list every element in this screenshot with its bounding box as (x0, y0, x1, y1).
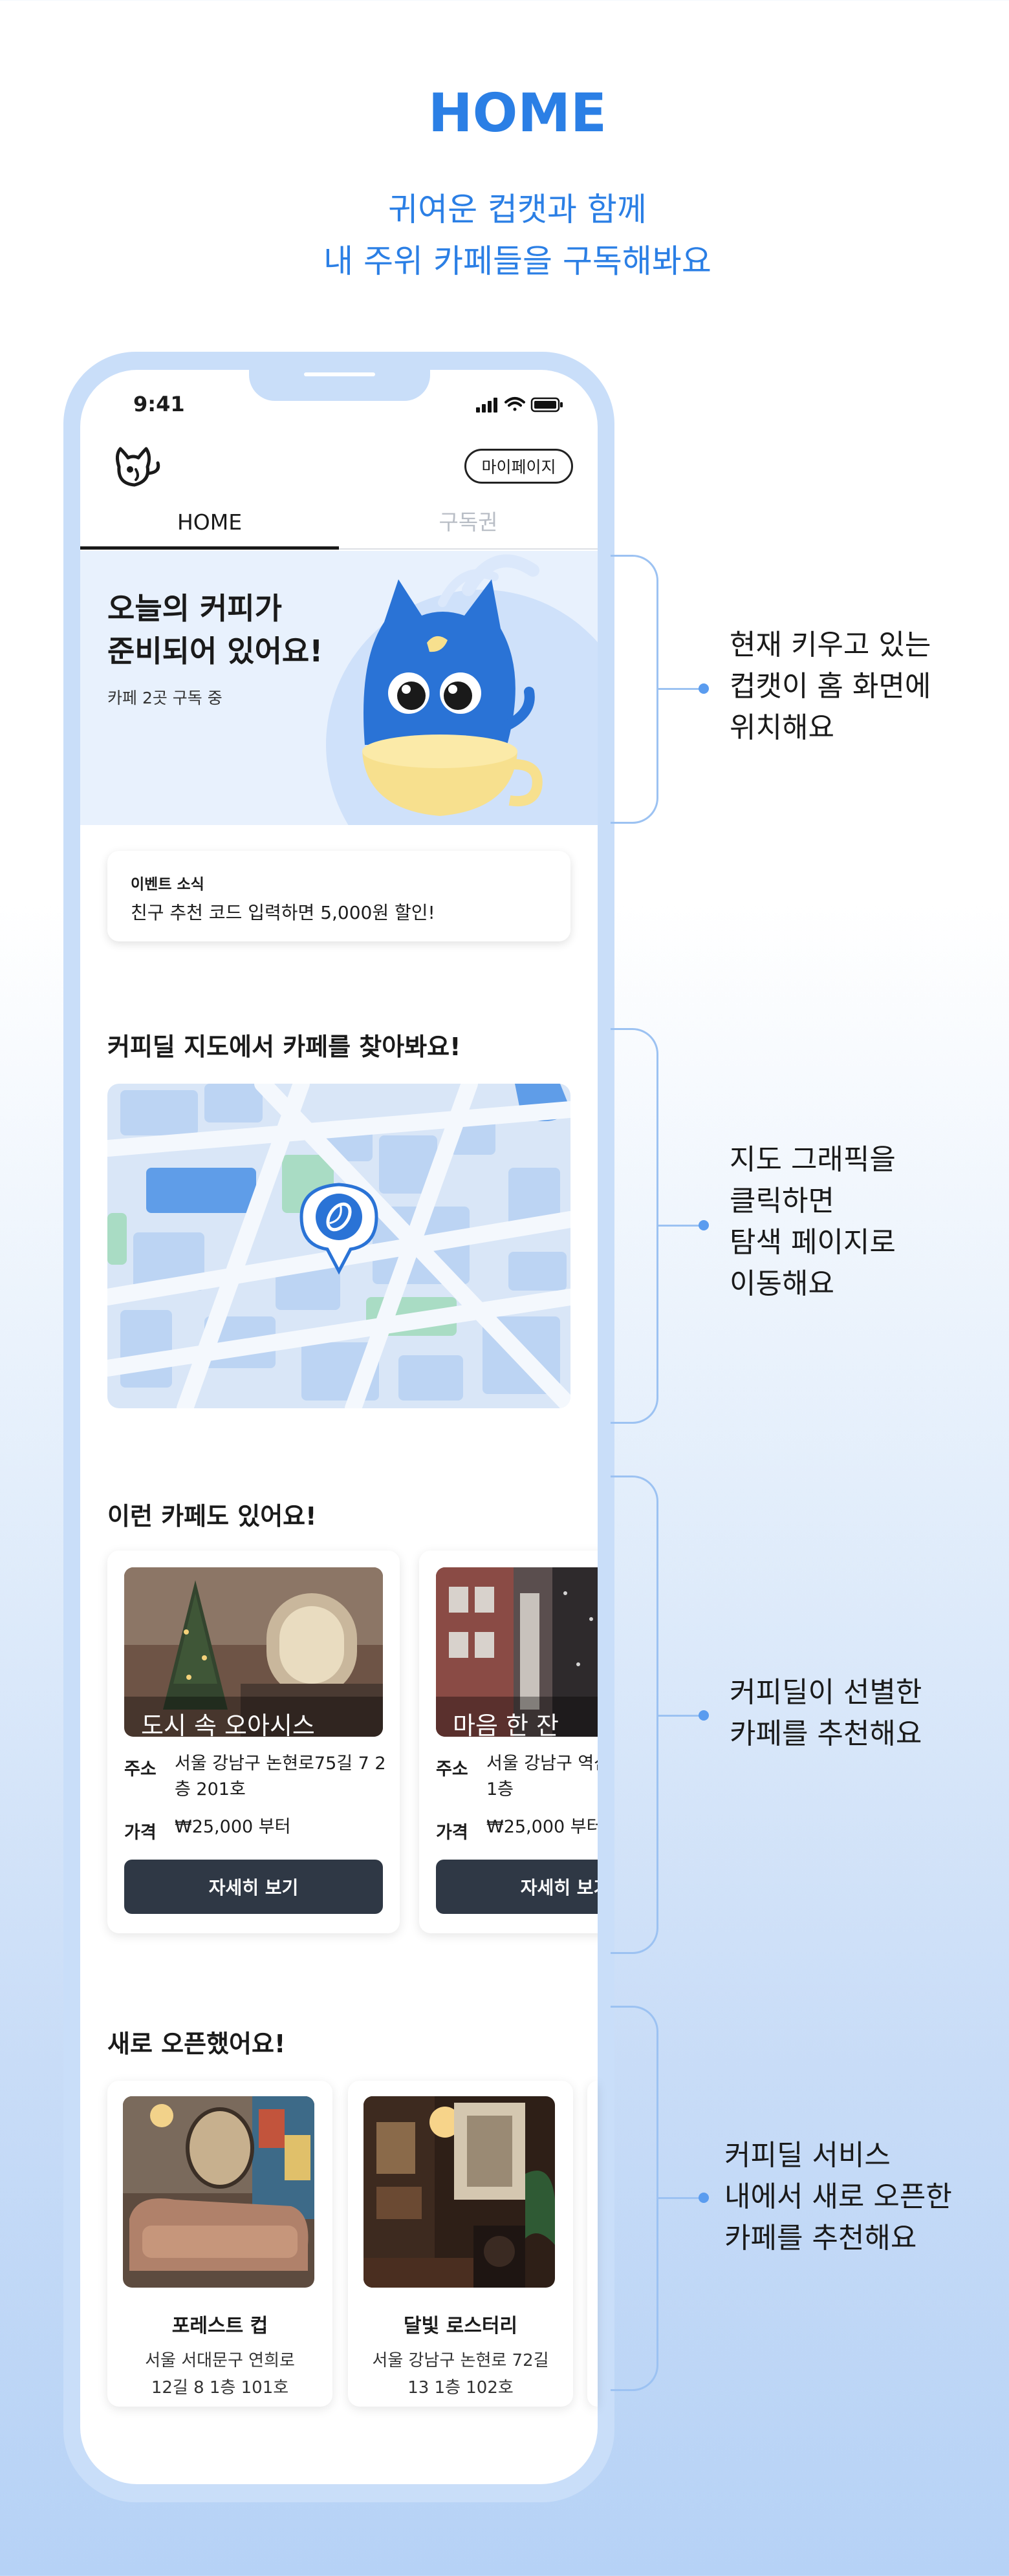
annotation-line: 탐색 페이지로 (730, 1226, 896, 1259)
annotation-line: 현재 키우고 있는 (730, 628, 931, 661)
annotation-line: 카페를 추천해요 (724, 2222, 917, 2255)
annotation-note-recommend: 커피딜이 선별한 카페를 추천해요 (730, 1672, 922, 1755)
annotation-dot (699, 2193, 709, 2203)
wifi-icon (504, 397, 525, 411)
new-cafe-name: 포레스트 컵 (171, 2315, 268, 2337)
annotation-bracket (611, 555, 658, 824)
view-details-button[interactable]: 자세히 보기 (124, 1860, 383, 1914)
banner-title-line1: 오늘의 커피가 (107, 591, 282, 626)
annotation-line: 컵캣이 홈 화면에 (730, 670, 931, 703)
annotation-note-new: 커피딜 서비스 내에서 새로 오픈한 카페를 추천해요 (724, 2135, 952, 2259)
new-cafe-photo (363, 2096, 555, 2288)
new-cafe-card[interactable]: 달빛 로스터리 서울 강남구 논현로 72길 13 1층 102호 (348, 2081, 573, 2407)
new-cafe-card-peek (587, 2081, 598, 2407)
subscription-count: 카페 2곳 구독 중 (107, 689, 222, 707)
new-cafe-address-line1: 서울 강남구 논현로 72길 (372, 2351, 549, 2370)
tab-subscription[interactable]: 구독권 (339, 504, 598, 550)
annotation-dot (699, 683, 709, 694)
new-cafe-address: 서울 강남구 논현로 72길 13 1층 102호 (348, 2347, 573, 2401)
battery-icon (530, 397, 563, 413)
annotation-connector (658, 2197, 702, 2199)
new-cafe-address-line2: 12길 8 1층 101호 (151, 2378, 289, 2398)
new-cafe-name: 달빛 로스터리 (403, 2315, 518, 2337)
page-title: HOME (428, 83, 607, 144)
recommend-section-title: 이런 카페도 있어요! (107, 1502, 317, 1530)
banner-title: 오늘의 커피가 준비되어 있어요! (107, 587, 323, 672)
address-key: 주소 (124, 1759, 157, 1779)
new-cafe-address-line1: 서울 서대문구 연희로 (145, 2351, 295, 2370)
annotation-line: 커피딜이 선별한 (730, 1676, 922, 1709)
new-cafe-photo (123, 2096, 314, 2288)
new-cafe-card[interactable]: 포레스트 컵 서울 서대문구 연희로 12길 8 1층 101호 (107, 2081, 332, 2407)
cafe-photo: 도시 속 오아시스 (124, 1567, 383, 1737)
status-time: 9:41 (133, 392, 185, 416)
annotation-line: 클릭하면 (730, 1185, 834, 1218)
annotation-line: 위치해요 (730, 711, 834, 744)
annotation-bracket (611, 1476, 658, 1954)
banner-title-line2: 준비되어 있어요! (107, 634, 323, 669)
event-text: 친구 추천 코드 입력하면 5,000원 할인! (131, 902, 435, 923)
phone-speaker (304, 372, 375, 376)
cafe-name: 도시 속 오아시스 (141, 1712, 315, 1737)
cafe-card[interactable]: 도시 속 오아시스 주소 서울 강남구 논현로75길 7 2층 201호 가격 … (107, 1551, 400, 1933)
new-cafe-address-line2: 13 1층 102호 (407, 2378, 514, 2398)
map-graphic (107, 1084, 570, 1408)
annotation-line: 이동해요 (730, 1267, 834, 1300)
cafe-map[interactable] (107, 1084, 570, 1408)
new-section-title: 새로 오픈했어요! (107, 2030, 286, 2058)
annotation-note-home-cat: 현재 키우고 있는 컵캣이 홈 화면에 위치해요 (730, 625, 931, 749)
annotation-note-map: 지도 그래픽을 클릭하면 탐색 페이지로 이동해요 (730, 1139, 896, 1305)
annotation-bracket (611, 2006, 658, 2391)
annotation-line: 지도 그래픽을 (730, 1143, 896, 1176)
map-section-title: 커피딜 지도에서 카페를 찾아봐요! (107, 1033, 461, 1061)
tab-home[interactable]: HOME (80, 504, 339, 550)
cupcat-logo-icon[interactable] (111, 445, 163, 490)
annotation-dot (699, 1710, 709, 1721)
new-cafe-address: 서울 서대문구 연희로 12길 8 1층 101호 (107, 2347, 332, 2401)
cafe-price: ₩25,000 부터 (175, 1817, 291, 1837)
event-label: 이벤트 소식 (131, 876, 204, 893)
event-card[interactable] (107, 851, 570, 941)
mypage-button[interactable]: 마이페이지 (464, 449, 573, 484)
annotation-connector (658, 1715, 702, 1717)
annotation-bracket (611, 1028, 658, 1424)
cafe-address: 서울 강남구 논현로75길 7 2층 201호 (175, 1754, 386, 1799)
signal-icon (476, 398, 497, 413)
annotation-line: 내에서 새로 오픈한 (724, 2180, 952, 2213)
annotation-connector (658, 1225, 702, 1227)
annotation-line: 카페를 추천해요 (730, 1717, 922, 1750)
annotation-line: 커피딜 서비스 (724, 2139, 891, 2172)
page-subtitle-line2: 내 주위 카페들을 구독해봐요 (323, 242, 711, 280)
annotation-dot (699, 1220, 709, 1230)
status-icons (476, 397, 563, 413)
price-key: 가격 (124, 1823, 157, 1843)
page-subtitle-line1: 귀여운 컵캣과 함께 (388, 191, 647, 228)
annotation-connector (658, 688, 702, 690)
